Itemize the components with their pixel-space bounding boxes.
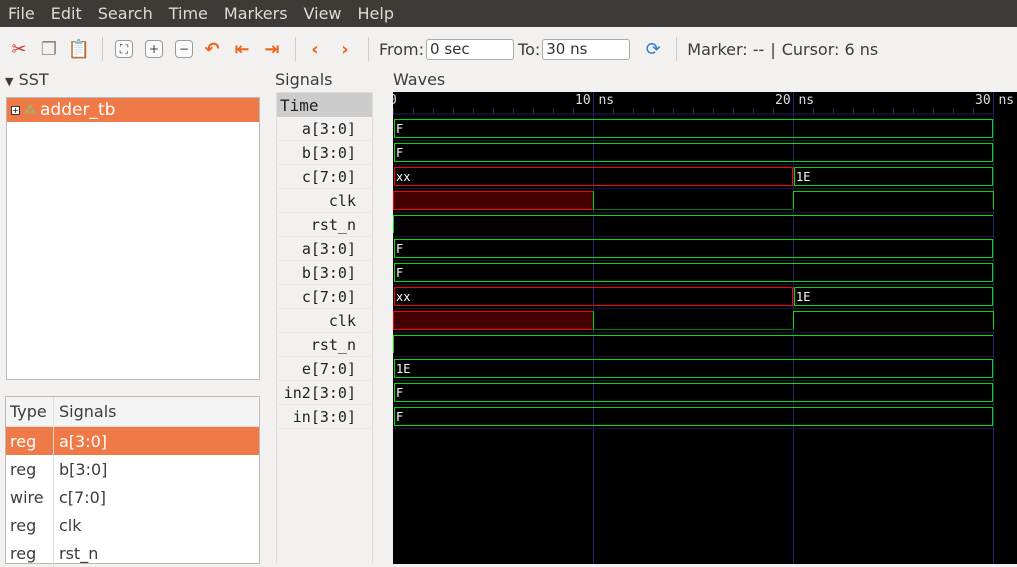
bus-value: F <box>396 266 403 280</box>
next-edge-icon[interactable]: › <box>332 36 358 62</box>
to-input[interactable] <box>542 38 631 60</box>
bus-value: F <box>396 410 403 424</box>
signal-cell: a[3:0] <box>59 431 108 451</box>
signal-name[interactable]: in[3:0] <box>277 405 372 429</box>
bus-value: xx <box>396 290 410 304</box>
zoom-fit-icon[interactable]: ⛶ <box>115 40 133 58</box>
column-type[interactable]: Type <box>6 397 54 426</box>
signal-name[interactable]: a[3:0] <box>277 117 372 141</box>
tree-item-label: adder_tb <box>40 100 116 120</box>
type-cell: reg <box>6 539 54 567</box>
undo-zoom-icon[interactable]: ↶ <box>199 36 225 62</box>
sst-title: SST <box>18 70 49 89</box>
prev-edge-icon[interactable]: ‹ <box>302 36 328 62</box>
type-cell: reg <box>6 455 54 483</box>
expander-icon: ▼ <box>5 75 14 88</box>
reload-icon[interactable]: ⟳ <box>640 36 666 62</box>
bus-value: F <box>396 386 403 400</box>
zoom-to-start-icon[interactable]: ⇤ <box>229 36 255 62</box>
signals-panel: Signals Time a[3:0] b[3:0] c[7:0] clk rst_n a… <box>272 70 376 564</box>
unknown-segment <box>393 191 594 210</box>
signal-name[interactable]: b[3:0] <box>277 141 372 165</box>
cut-icon[interactable]: ✂ <box>6 36 32 62</box>
menu-help[interactable]: Help <box>350 4 402 23</box>
menu-view[interactable]: View <box>296 4 350 23</box>
menu-file[interactable]: File <box>0 4 43 23</box>
signal-cell: clk <box>59 515 82 535</box>
bus-value: 1E <box>396 362 410 376</box>
marker-readout: Marker: -- <box>687 39 765 59</box>
sst-header[interactable]: ▼ SST <box>5 70 49 89</box>
bus-value: F <box>396 242 403 256</box>
separator <box>295 37 296 61</box>
module-icon: ⁂ <box>24 103 36 117</box>
type-cell: reg <box>6 427 54 455</box>
signals-title: Signals <box>275 70 333 89</box>
tick-label: 20 ns <box>775 93 814 108</box>
menu-time[interactable]: Time <box>161 4 216 23</box>
bus-value: xx <box>396 170 410 184</box>
signal-list-row[interactable]: reg a[3:0] <box>6 427 259 455</box>
separator <box>368 37 369 61</box>
signal-cell: b[3:0] <box>59 459 108 479</box>
menu-search[interactable]: Search <box>90 4 161 23</box>
tick-label: 0 <box>393 93 397 108</box>
signal-list-row[interactable]: reg clk <box>6 511 259 539</box>
signal-type-list: Type Signals reg a[3:0] reg b[3:0] wire c[7:0]… <box>5 396 260 567</box>
menu-bar: File Edit Search Time Markers View Help <box>0 0 1017 27</box>
signal-list-row[interactable]: reg b[3:0] <box>6 455 259 483</box>
type-cell: wire <box>6 483 54 511</box>
copy-icon[interactable]: ❐ <box>36 36 62 62</box>
zoom-in-icon[interactable]: + <box>145 40 163 58</box>
bus-value: F <box>396 146 403 160</box>
signal-list-row[interactable]: reg rst_n <box>6 539 259 567</box>
waveform-canvas[interactable]: 010 ns20 ns30 nsFFxx1EFFxx1E1EFF <box>393 92 1017 564</box>
from-input[interactable] <box>426 38 515 60</box>
bus-value: 1E <box>796 290 810 304</box>
signal-name[interactable]: e[7:0] <box>277 357 372 381</box>
signal-name[interactable]: rst_n <box>277 333 372 357</box>
signal-cell: rst_n <box>59 543 99 563</box>
zoom-to-end-icon[interactable]: ⇥ <box>259 36 285 62</box>
hierarchy-tree: + ⁂ adder_tb <box>6 97 260 380</box>
tree-item-adder-tb[interactable]: + ⁂ adder_tb <box>7 98 259 122</box>
signal-name[interactable]: clk <box>277 309 372 333</box>
menu-markers[interactable]: Markers <box>216 4 296 23</box>
signal-name[interactable]: in2[3:0] <box>277 381 372 405</box>
zoom-out-icon[interactable]: − <box>175 40 193 58</box>
signal-name[interactable]: c[7:0] <box>277 285 372 309</box>
signal-list-row[interactable]: wire c[7:0] <box>6 483 259 511</box>
separator <box>102 37 103 61</box>
to-label: To: <box>518 39 541 59</box>
tick-label: 10 ns <box>575 93 614 108</box>
signal-cell: c[7:0] <box>59 487 107 507</box>
unknown-segment <box>393 311 594 330</box>
tick-label: 30 ns <box>975 93 1014 108</box>
cursor-readout: Cursor: 6 ns <box>781 39 879 59</box>
paste-icon[interactable]: 📋 <box>66 36 92 62</box>
menu-edit[interactable]: Edit <box>43 4 90 23</box>
waves-panel: Waves 010 ns20 ns30 nsFFxx1EFFxx1E1EFF <box>386 70 1017 564</box>
signal-name[interactable]: c[7:0] <box>277 165 372 189</box>
toolbar: ✂ ❐ 📋 ⛶ + − ↶ ⇤ ⇥ ‹ › From: To: ⟳ Marker… <box>0 28 1017 70</box>
bus-value: F <box>396 122 403 136</box>
separator <box>676 37 678 61</box>
bus-value: 1E <box>796 170 810 184</box>
readout-separator: | <box>770 39 776 59</box>
signal-name[interactable]: clk <box>277 189 372 213</box>
waves-title: Waves <box>393 70 446 89</box>
expand-icon[interactable]: + <box>11 105 20 115</box>
from-label: From: <box>379 39 425 59</box>
signal-name[interactable]: rst_n <box>277 213 372 237</box>
time-row: Time <box>277 93 372 117</box>
signal-name[interactable]: b[3:0] <box>277 261 372 285</box>
column-signals[interactable]: Signals <box>54 402 116 421</box>
type-cell: reg <box>6 511 54 539</box>
signal-name[interactable]: a[3:0] <box>277 237 372 261</box>
